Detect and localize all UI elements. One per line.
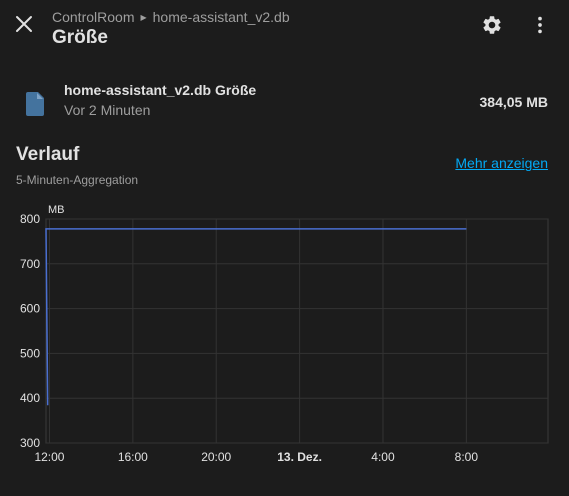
y-tick-label: 400 [20, 391, 40, 405]
x-tick-label: 4:00 [371, 450, 395, 464]
y-axis-unit-label: MB [48, 204, 65, 216]
show-more-link[interactable]: Mehr anzeigen [455, 155, 548, 171]
gear-icon [483, 16, 501, 34]
series-line [45, 228, 467, 406]
y-tick-label: 700 [20, 257, 40, 271]
breadcrumb-parent[interactable]: ControlRoom [52, 9, 134, 25]
entity-last-changed: Vor 2 Minuten [64, 102, 151, 118]
x-tick-label: 13. Dez. [277, 450, 322, 464]
file-icon [26, 92, 46, 121]
x-tick-label: 12:00 [34, 450, 64, 464]
x-tick-label: 20:00 [201, 450, 231, 464]
close-button[interactable] [10, 10, 38, 38]
x-tick-label: 16:00 [118, 450, 148, 464]
x-tick-label: 8:00 [455, 450, 479, 464]
entity-name: home-assistant_v2.db Größe [64, 82, 257, 98]
plot-border [45, 218, 549, 444]
history-subtitle: 5-Minuten-Aggregation [16, 173, 139, 187]
breadcrumb-child[interactable]: home-assistant_v2.db [153, 9, 290, 25]
history-title: Verlauf [16, 144, 80, 165]
close-icon [16, 16, 32, 32]
chevron-right-icon: ▶ [140, 12, 147, 22]
y-tick-label: 300 [20, 436, 40, 450]
entity-state-value: 384,05 MB [479, 94, 548, 110]
y-tick-label: 800 [20, 212, 40, 226]
history-chart[interactable]: MB 800 700 600 500 400 30012:00 16:00 20:00 13. D… [0, 196, 569, 466]
dialog-header: ControlRoom ▶ home-assistant_v2.db Größe [0, 0, 569, 56]
more-options-button[interactable] [526, 11, 554, 39]
settings-button[interactable] [478, 11, 506, 39]
dots-vertical-icon [538, 16, 542, 34]
breadcrumb: ControlRoom ▶ home-assistant_v2.db [52, 9, 290, 25]
y-tick-label: 500 [20, 346, 40, 360]
y-tick-label: 600 [20, 302, 40, 316]
page-title: Größe [52, 27, 108, 48]
